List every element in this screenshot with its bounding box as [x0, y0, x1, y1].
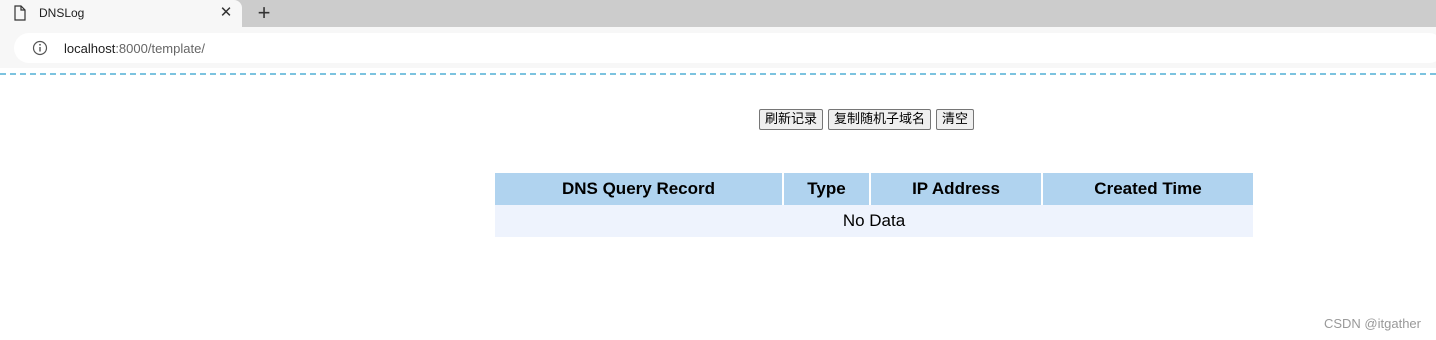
- header-dns-query-record: DNS Query Record: [495, 173, 784, 205]
- tab-dnslog[interactable]: DNSLog ✕: [0, 0, 242, 27]
- header-created-time: Created Time: [1042, 173, 1253, 205]
- browser-toolbar: localhost:8000/template/: [0, 27, 1436, 68]
- watermark: CSDN @itgather: [1323, 316, 1421, 331]
- url-host: localhost: [64, 41, 116, 56]
- no-data-cell: No Data: [495, 205, 1253, 237]
- table-header-row: DNS Query Record Type IP Address Created…: [495, 173, 1253, 205]
- header-ip-address: IP Address: [870, 173, 1043, 205]
- tab-title: DNSLog: [39, 6, 85, 20]
- dns-records-table: DNS Query Record Type IP Address Created…: [495, 173, 1253, 237]
- refresh-records-button[interactable]: 刷新记录: [759, 109, 824, 130]
- new-tab-button[interactable]: +: [252, 2, 276, 24]
- address-bar[interactable]: localhost:8000/template/: [14, 33, 1436, 63]
- tab-bar: DNSLog ✕ +: [0, 0, 1436, 27]
- close-tab-icon[interactable]: ✕: [217, 4, 235, 22]
- dashed-divider: [0, 73, 1436, 75]
- action-buttons: 刷新记录 复制随机子域名 清空: [759, 109, 975, 130]
- copy-subdomain-button[interactable]: 复制随机子域名: [828, 109, 932, 130]
- url-path: :8000/template/: [115, 41, 205, 56]
- url-text[interactable]: localhost:8000/template/: [64, 41, 205, 56]
- header-type: Type: [783, 173, 871, 205]
- info-icon[interactable]: [32, 40, 48, 56]
- table-row: No Data: [495, 205, 1253, 237]
- clear-button[interactable]: 清空: [936, 109, 975, 130]
- page-icon: [14, 5, 26, 21]
